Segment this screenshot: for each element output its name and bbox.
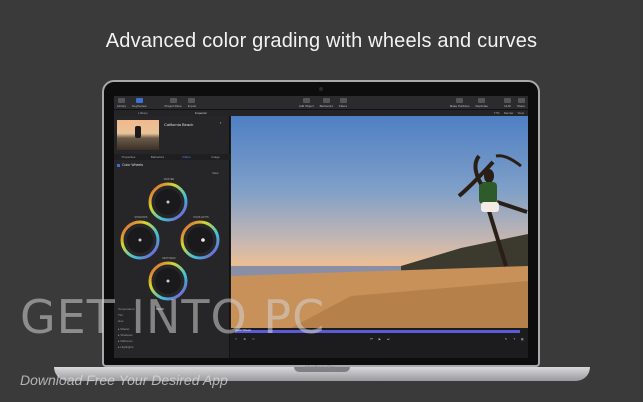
hud-icon [504,97,511,103]
color-wheels-header[interactable]: Color Wheels [117,163,143,167]
particles-icon [456,97,464,103]
clip-thumbnail [117,120,159,150]
behaviors-button[interactable]: Behaviors [317,96,336,110]
library-button[interactable]: Library [114,96,129,110]
keyframes-icon [135,97,143,103]
add-object-icon [302,97,310,103]
highlights-param-label: Highlights [120,345,134,349]
tab-behaviors[interactable]: Behaviors [143,154,172,160]
project-pane-label: Project Pane [164,103,182,108]
tab-image[interactable]: Image [201,154,230,160]
highlights-puck[interactable] [201,238,205,242]
highlights-label: HIGHLIGHTS [193,216,209,219]
lock-icon[interactable]: ▪ [220,120,221,125]
master-puck[interactable] [166,200,170,204]
replicate-label: Replicate [475,103,488,108]
make-particles-button[interactable]: Make Particles [447,96,473,110]
import-icon [188,97,196,103]
color-wheels-label: Color Wheels [122,163,144,167]
playback-controls: ⏮ ▶ ⏭ [370,337,390,341]
tab-filters[interactable]: Filters [172,154,201,160]
pen-tool-icon[interactable]: ✎ [505,337,508,341]
clip-name: California Beach [164,122,194,127]
project-pane-icon [169,97,177,103]
behaviors-label: Behaviors [319,103,334,108]
keyframes-button[interactable]: Keyframes [129,96,149,110]
library-icon [118,97,126,103]
add-object-label: Add Object [298,103,314,108]
highlights-wheel[interactable] [180,220,220,260]
shadows-puck[interactable] [138,238,142,242]
watermark-tagline: Download Free Your Desired App [20,372,228,388]
import-button[interactable]: Import [185,96,200,110]
headline: Advanced color grading with wheels and c… [105,30,538,52]
midtones-label: MIDTONES [162,257,176,260]
view-selector[interactable]: View [212,171,218,175]
inspector-tab[interactable]: Inspector [172,111,230,115]
shadows-wheel[interactable] [120,220,160,260]
filters-icon [339,97,347,103]
project-pane-button[interactable]: Project Pane [162,96,185,110]
shadows-label: SHADOWS [134,216,148,219]
device-label: MacBook Pro [304,365,335,371]
keyframes-label: Keyframes [132,103,147,108]
make-particles-label: Make Particles [449,103,470,108]
replicate-button[interactable]: Replicate [472,96,491,110]
play-icon[interactable]: ▶ [379,337,381,341]
import-label: Import [187,103,197,108]
master-label: MASTER [163,178,175,181]
text-tool-icon[interactable]: T [513,337,515,341]
highlights-row[interactable]: ▸ Highlights [118,345,134,349]
view-menu[interactable]: View [518,111,524,115]
app-toolbar: Library Keyframes Project Pane Import Ad… [114,96,528,110]
enable-checkbox[interactable] [117,163,120,167]
filters-button[interactable]: Filters [336,96,350,110]
watermark-logo: GET INTO PC [20,290,326,344]
filters-label: Filters [339,103,348,108]
hud-button[interactable]: HUD [501,96,514,110]
hud-label: HUD [504,103,511,108]
inspector-tabs: Properties Behaviors Filters Image [114,154,230,160]
mask-tool-icon[interactable]: ◧ [521,337,524,341]
library-label: Library [117,103,127,108]
tab-properties[interactable]: Properties [114,154,143,160]
skip-forward-icon[interactable]: ⏭ [387,337,390,341]
zoom-menu[interactable]: 77% [494,111,500,115]
camera-dot [319,87,323,91]
viewer-controls: 77% Render View [494,111,528,115]
share-label: Share [517,103,526,108]
replicate-icon [478,97,486,103]
behaviors-icon [322,97,330,103]
library-tab[interactable]: Library [114,111,172,115]
thumbnail-figure [135,126,141,138]
render-menu[interactable]: Render [504,111,514,115]
add-object-button[interactable]: Add Object [296,96,317,110]
skip-back-icon[interactable]: ⏮ [370,337,373,341]
share-icon [517,97,525,103]
share-button[interactable]: Share [514,96,528,110]
midtones-puck[interactable] [166,279,170,283]
